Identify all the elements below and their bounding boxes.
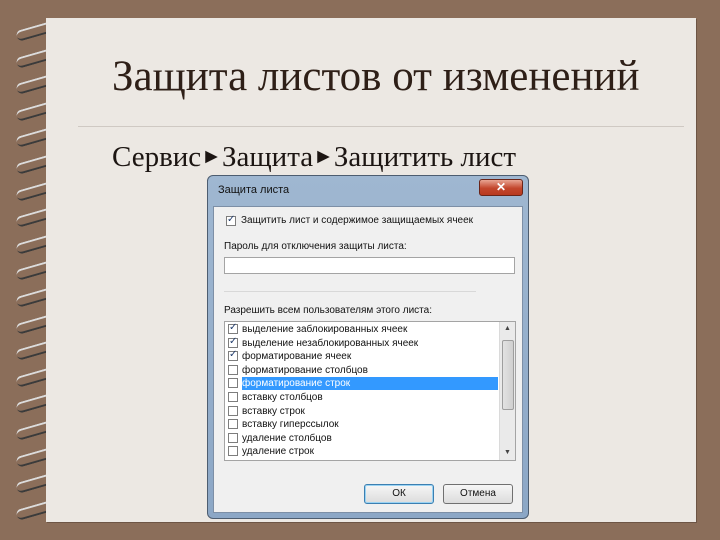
allow-users-label: Разрешить всем пользователям этого листа… — [224, 305, 432, 316]
slide-title: Защита листов от изменений — [112, 53, 640, 100]
permission-row[interactable]: выделение заблокированных ячеек — [225, 322, 498, 336]
title-divider — [78, 126, 684, 127]
permission-label: форматирование ячеек — [242, 351, 352, 363]
scroll-down-icon[interactable]: ▼ — [500, 446, 515, 460]
permission-checkbox[interactable] — [228, 349, 238, 362]
cancel-button[interactable]: Отмена — [443, 484, 513, 504]
permission-label: вставку строк — [242, 405, 305, 417]
permission-label: форматирование столбцов — [242, 364, 368, 376]
menu-path-step-service: Сервис — [112, 141, 202, 173]
menu-path-step-protection: Защита — [221, 141, 314, 173]
permission-checkbox[interactable] — [228, 419, 238, 430]
permission-checkbox[interactable] — [228, 446, 238, 457]
permission-row[interactable]: удаление строк — [225, 445, 498, 458]
permissions-list[interactable]: удаление строк удаление столбцов вставку г… — [224, 321, 516, 461]
permission-checkbox[interactable] — [228, 432, 238, 443]
protect-sheet-dialog: Защита листа ✕ Защитить лист и содержимо… — [207, 175, 529, 519]
permission-row[interactable]: форматирование строк — [225, 377, 498, 391]
protect-sheet-label: Защитить лист и содержимое защищаемых яч… — [241, 215, 474, 226]
permission-checkbox[interactable] — [228, 322, 238, 334]
scroll-thumb[interactable] — [502, 340, 514, 410]
menu-path: Сервис►Защита►Защитить лист — [112, 141, 516, 174]
permission-checkbox[interactable] — [228, 364, 238, 375]
arrow-right-icon: ► — [201, 144, 222, 168]
permission-checkbox[interactable] — [228, 392, 238, 402]
list-scrollbar[interactable]: ▲ ▼ — [499, 322, 515, 460]
permission-row[interactable]: форматирование ячеек — [225, 349, 498, 363]
permission-label: удаление строк — [242, 446, 314, 458]
protect-sheet-checkbox[interactable] — [226, 214, 236, 226]
ok-button[interactable]: ОК — [364, 484, 434, 504]
password-label: Пароль для отключения защиты листа: — [224, 241, 407, 252]
dialog-body: Защитить лист и содержимое защищаемых яч… — [213, 206, 523, 513]
permission-row[interactable]: вставку гиперссылок — [225, 418, 498, 431]
permission-row[interactable]: форматирование столбцов — [225, 364, 498, 377]
menu-path-step-protect-sheet: Защитить лист — [333, 141, 517, 173]
arrow-right-icon: ► — [313, 144, 334, 168]
close-button[interactable]: ✕ — [479, 179, 523, 196]
permission-label: удаление столбцов — [242, 432, 332, 444]
dialog-title: Защита листа — [218, 184, 290, 196]
scroll-up-icon[interactable]: ▲ — [500, 322, 515, 336]
permission-checkbox[interactable] — [228, 378, 238, 389]
permission-label: вставку столбцов — [242, 392, 323, 403]
permission-label: вставку гиперссылок — [242, 419, 339, 431]
separator — [224, 291, 476, 292]
permission-row[interactable]: вставку столбцов — [225, 391, 498, 404]
permission-label: выделение заблокированных ячеек — [242, 324, 408, 335]
permission-checkbox[interactable] — [228, 336, 238, 348]
password-input[interactable] — [224, 257, 515, 274]
permission-checkbox[interactable] — [228, 405, 238, 416]
permission-label: форматирование строк — [242, 377, 498, 391]
permission-row[interactable]: вставку строк — [225, 405, 498, 418]
permission-label: выделение незаблокированных ячеек — [242, 337, 419, 349]
permission-row[interactable]: удаление столбцов — [225, 432, 498, 445]
permission-row[interactable]: выделение незаблокированных ячеек — [225, 336, 498, 350]
